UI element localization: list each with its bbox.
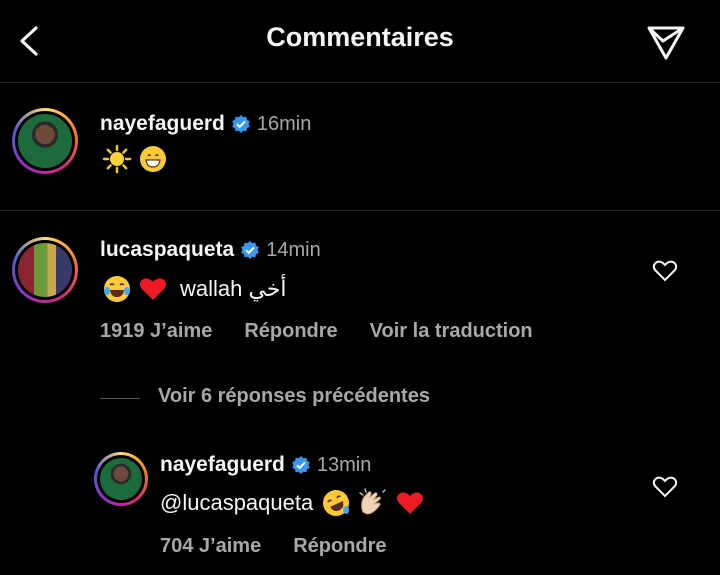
heart-icon[interactable] <box>652 259 678 283</box>
view-replies-button[interactable]: Voir 6 réponses précédentes <box>158 385 430 408</box>
send-icon <box>647 26 685 60</box>
comment-likes[interactable]: 1919 J’aime <box>100 320 212 342</box>
tears-of-joy-emoji <box>104 276 130 302</box>
avatar[interactable] <box>12 237 78 303</box>
avatar[interactable] <box>12 108 78 174</box>
reply-actions: 704 J’aime Répondre <box>160 535 419 558</box>
heart-icon[interactable] <box>652 475 678 499</box>
reply-time: 13min <box>316 453 372 476</box>
translate-button[interactable]: Voir la traduction <box>370 320 533 342</box>
avatar[interactable] <box>94 452 148 506</box>
caption-username[interactable]: nayefaguerd <box>100 112 225 136</box>
caption-time: 16min <box>256 112 312 135</box>
comment-text: wallah أخي <box>102 274 287 304</box>
rolling-laughing-emoji <box>323 490 350 516</box>
replies-divider <box>100 398 140 399</box>
reply-username[interactable]: nayefaguerd <box>160 453 285 477</box>
red-heart-emoji <box>397 492 424 514</box>
reply-reply-button[interactable]: Répondre <box>293 535 386 557</box>
comment-header: lucaspaqueta 14min <box>100 238 321 262</box>
sun-emoji <box>102 144 132 174</box>
comment-username[interactable]: lucaspaqueta <box>100 238 234 262</box>
page-title: Commentaires <box>266 22 454 52</box>
reply-mention[interactable]: @lucaspaqueta <box>160 490 313 516</box>
reply-header: nayefaguerd 13min <box>160 453 371 477</box>
verified-badge-icon <box>241 241 260 259</box>
comment-body: wallah أخي <box>180 276 287 301</box>
send-button[interactable] <box>644 20 688 64</box>
verified-badge-icon <box>232 115 250 133</box>
reply-likes[interactable]: 704 J’aime <box>160 535 261 557</box>
caption-header: nayefaguerd 16min <box>100 112 311 136</box>
red-heart-emoji <box>140 278 166 300</box>
divider <box>0 210 720 211</box>
reply-button[interactable]: Répondre <box>244 320 337 342</box>
reply-text: @lucaspaqueta <box>160 488 425 518</box>
clapping-hands-emoji <box>359 488 386 515</box>
grinning-face-emoji <box>140 146 166 172</box>
verified-badge-icon <box>292 456 310 474</box>
comment-time: 14min <box>266 238 321 261</box>
comment-actions: 1919 J’aime Répondre Voir la traduction <box>100 320 565 343</box>
caption-text <box>102 144 168 174</box>
